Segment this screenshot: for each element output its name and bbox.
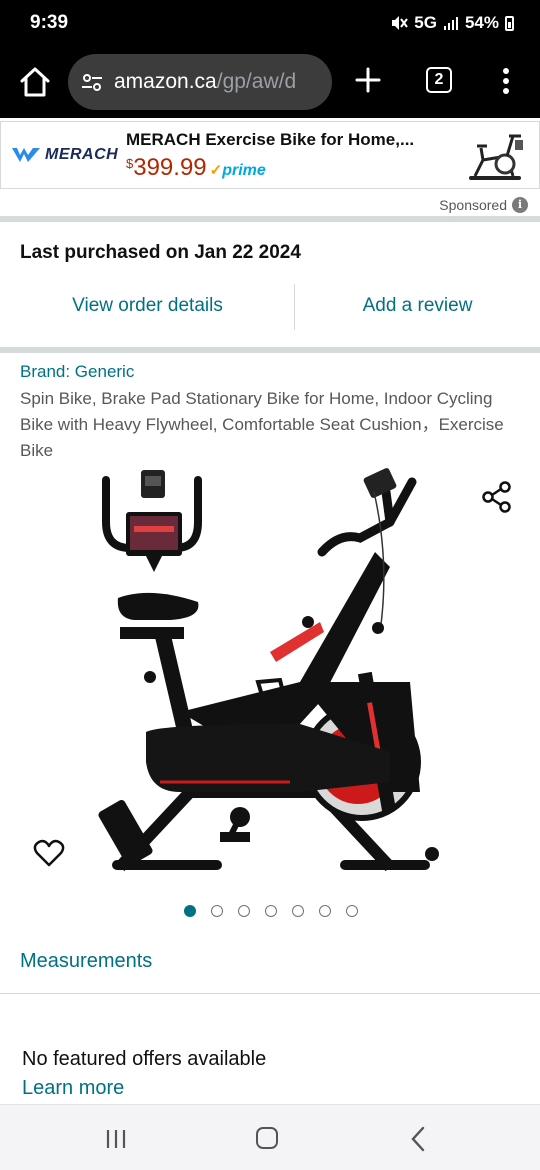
battery-icon: [505, 15, 514, 31]
product-image[interactable]: [90, 462, 450, 882]
status-bar: 9:39 5G 54%: [0, 0, 540, 48]
prime-check-icon: ✓: [209, 162, 223, 179]
ad-brand-text: MERACH: [45, 146, 119, 163]
section-divider-line: [0, 993, 540, 994]
section-divider: [0, 216, 540, 222]
back-icon[interactable]: [410, 1126, 426, 1152]
share-icon[interactable]: [481, 480, 513, 514]
url-path: /gp/aw/d: [216, 70, 297, 93]
system-navigation-bar: [0, 1104, 540, 1170]
handlebar-inset: [102, 470, 202, 572]
no-offers-text: No featured offers available: [22, 1048, 267, 1070]
carousel-dot[interactable]: [319, 905, 331, 917]
new-tab-icon[interactable]: [354, 66, 382, 94]
home-icon[interactable]: [18, 64, 52, 100]
sponsored-text: Sponsored: [439, 197, 507, 213]
mute-icon: [392, 16, 409, 30]
section-divider: [0, 347, 540, 353]
sponsored-ad[interactable]: MERACH MERACH Exercise Bike for Home,...…: [0, 121, 540, 189]
heart-icon[interactable]: [33, 838, 65, 868]
carousel-dot[interactable]: [265, 905, 277, 917]
info-icon[interactable]: i: [512, 197, 528, 213]
url-text: amazon.ca/gp/aw/d: [114, 70, 296, 94]
ad-title[interactable]: MERACH Exercise Bike for Home,...: [126, 130, 414, 150]
view-order-details-link[interactable]: View order details: [0, 295, 295, 317]
network-label: 5G: [414, 13, 437, 32]
url-domain: amazon.ca: [114, 70, 217, 93]
learn-more-link[interactable]: Learn more: [22, 1077, 124, 1100]
sponsored-label[interactable]: Sponsored i: [439, 197, 528, 213]
ad-currency: $: [126, 156, 134, 171]
image-carousel-dots[interactable]: [184, 905, 358, 917]
carousel-dot[interactable]: [238, 905, 250, 917]
ad-price-amount: 399.99: [133, 154, 207, 181]
product-title: Spin Bike, Brake Pad Stationary Bike for…: [20, 389, 504, 460]
prime-label: prime: [222, 162, 266, 179]
ad-product-thumbnail[interactable]: [461, 126, 531, 184]
browser-toolbar: amazon.ca/gp/aw/d 2: [0, 48, 540, 118]
recent-apps-icon[interactable]: [104, 1129, 128, 1149]
ad-price: $ 399.99 ✓ prime: [126, 154, 266, 182]
site-settings-icon[interactable]: [80, 70, 104, 94]
carousel-dot[interactable]: [346, 905, 358, 917]
address-bar[interactable]: amazon.ca/gp/aw/d: [68, 54, 332, 110]
brand-link[interactable]: Brand: Generic: [20, 362, 134, 382]
carousel-dot[interactable]: [211, 905, 223, 917]
home-icon[interactable]: [256, 1127, 278, 1149]
battery-label: 54%: [464, 13, 499, 32]
carousel-dot[interactable]: [292, 905, 304, 917]
ad-brand-logo: MERACH: [11, 146, 118, 164]
signal-icon: [443, 17, 458, 30]
measurements-link[interactable]: Measurements: [20, 950, 152, 973]
last-purchased-text: Last purchased on Jan 22 2024: [20, 242, 301, 263]
overflow-menu-icon[interactable]: [494, 66, 518, 96]
status-time: 9:39: [30, 12, 69, 33]
add-review-link[interactable]: Add a review: [295, 295, 540, 317]
status-icons: 5G 54%: [390, 13, 514, 33]
carousel-dot[interactable]: [184, 905, 196, 917]
merach-logo-icon: [12, 148, 40, 162]
tab-switcher-icon[interactable]: 2: [426, 67, 452, 93]
